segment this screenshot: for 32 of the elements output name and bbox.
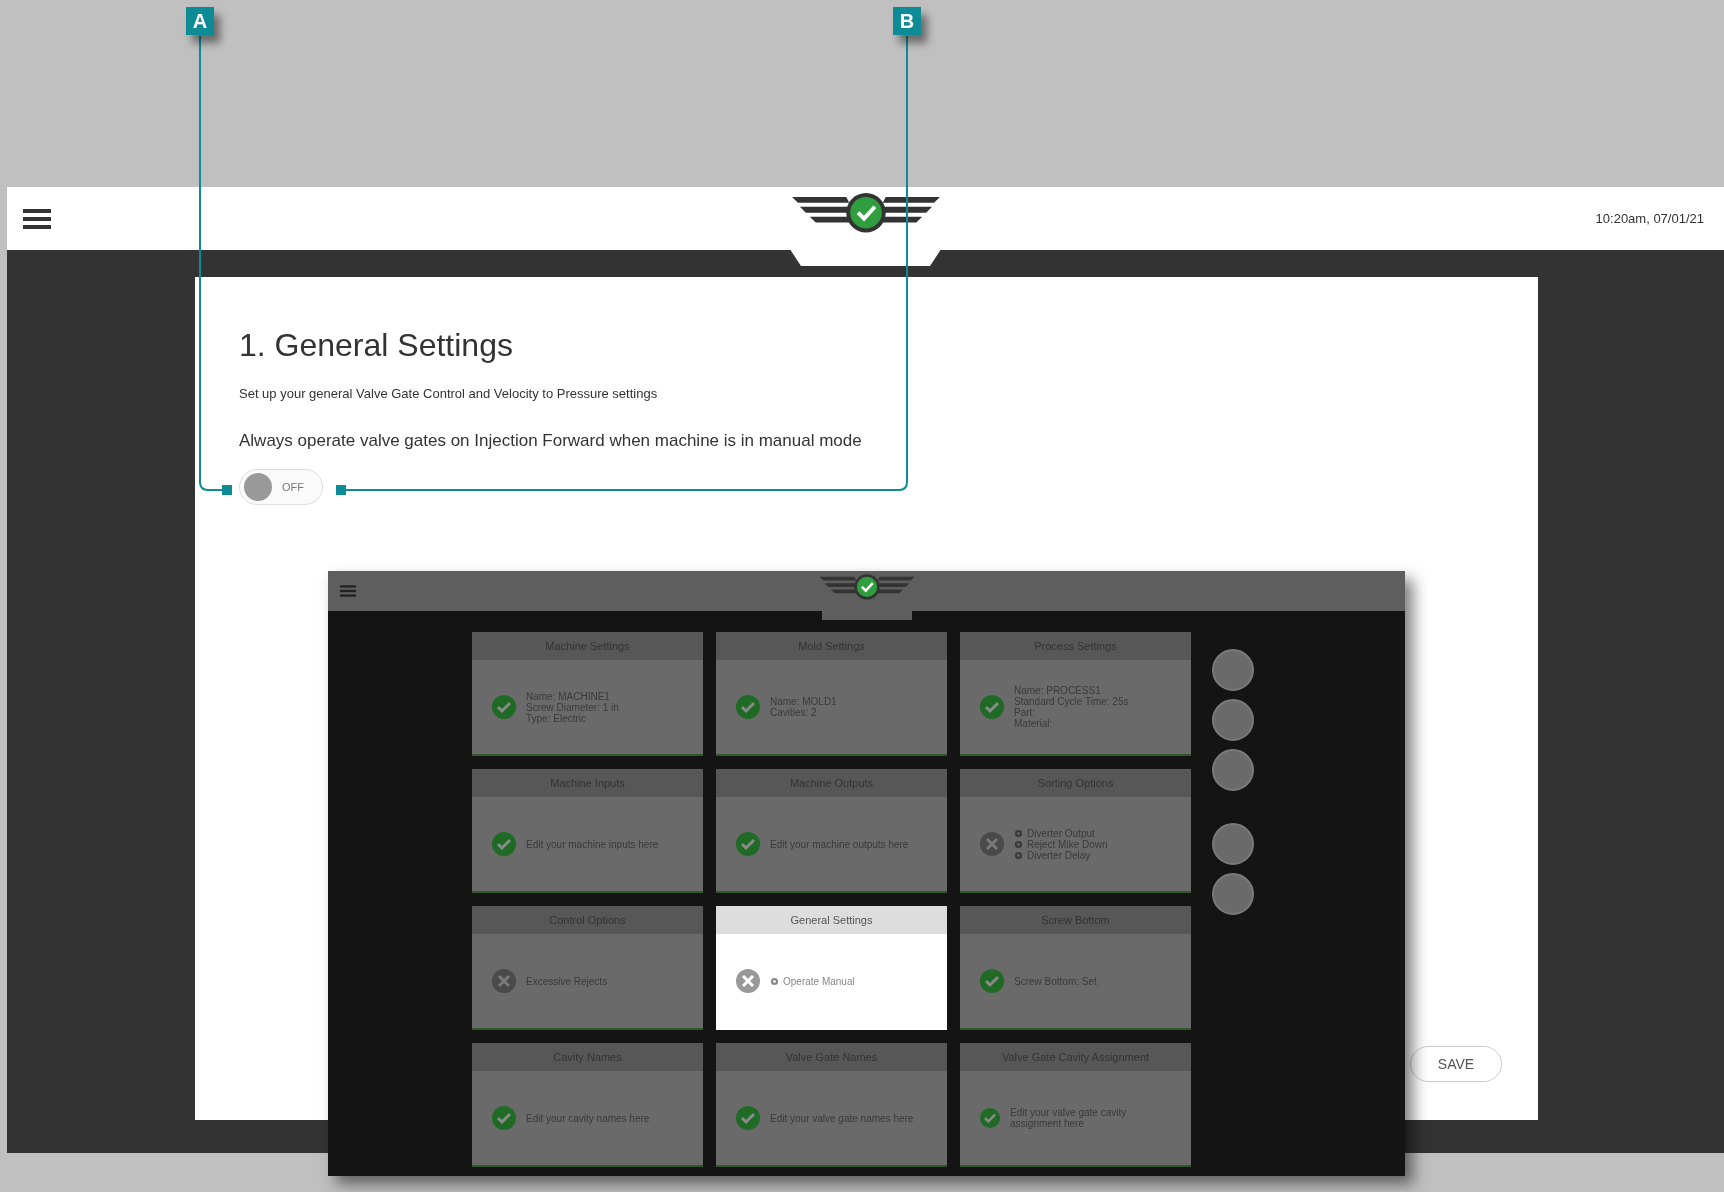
save-button[interactable]: SAVE [1410,1046,1502,1082]
round-button[interactable] [1212,649,1254,691]
x-circle-icon [492,969,516,993]
check-icon [492,832,516,856]
option-label: Always operate valve gates on Injection Forward when machine is in manual mode [239,431,863,451]
x-circle-icon [980,832,1004,856]
page-title: 1. General Settings [239,327,514,364]
winged-check-logo-icon [819,573,914,602]
x-circle-icon [736,969,760,993]
check-icon [980,969,1004,993]
round-button[interactable] [1212,699,1254,741]
round-button[interactable] [1212,823,1254,865]
settings-tile[interactable]: General Settings Operate Manual [716,906,947,1030]
date-time: 10:20am, 07/01/21 [1595,211,1704,226]
check-icon [736,1106,760,1130]
gear-icon [770,976,779,986]
check-icon [492,1106,516,1130]
check-icon [492,695,516,719]
subtitle: Set up your general Valve Gate Control and Velocity to Pressure settings [239,386,659,401]
menu-icon[interactable] [23,208,51,229]
callout-badge: A [186,7,214,35]
check-icon [736,832,760,856]
check-icon [736,695,760,719]
check-icon [980,1106,1001,1130]
round-button[interactable] [1212,749,1254,791]
round-button[interactable] [1212,873,1254,915]
menu-icon [340,585,356,597]
callout-badge: B [893,7,921,35]
check-icon [980,695,1004,719]
tile-title: General Settings [790,914,873,926]
toggle-switch[interactable]: OFF [239,469,323,505]
tile-text: Operate Manual [783,975,855,987]
